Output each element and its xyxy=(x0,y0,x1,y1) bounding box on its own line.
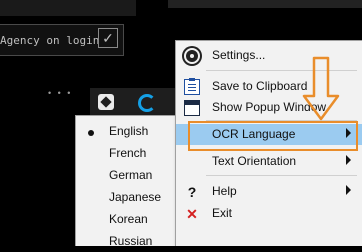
help-icon: ? xyxy=(187,184,197,200)
language-label: Russian xyxy=(109,234,153,248)
menu-item-text-orientation[interactable]: Text Orientation xyxy=(176,151,362,172)
language-label: French xyxy=(109,146,147,160)
language-item-russian[interactable]: Russian xyxy=(76,230,176,252)
language-label: English xyxy=(109,124,149,138)
language-item-german[interactable]: German xyxy=(76,164,176,186)
language-item-korean[interactable]: Korean xyxy=(76,208,176,230)
tray-app-icon[interactable] xyxy=(98,94,114,110)
language-item-french[interactable]: French xyxy=(76,142,176,164)
language-label: Japanese xyxy=(109,190,162,204)
language-item-japanese[interactable]: Japanese xyxy=(76,186,176,208)
agency-checkbox[interactable]: ✓ xyxy=(98,28,118,48)
background-panel xyxy=(0,0,136,16)
language-label: Korean xyxy=(109,212,148,226)
menu-item-label: Help xyxy=(212,184,237,198)
menu-item-exit[interactable]: ✕ Exit xyxy=(176,203,362,224)
annotation-arrow-icon xyxy=(302,56,340,121)
gear-icon xyxy=(186,50,198,62)
logitech-g-icon[interactable] xyxy=(138,94,156,112)
selected-bullet-icon xyxy=(88,130,94,136)
agency-on-login-label: Agency on login xyxy=(0,34,100,47)
background-panel xyxy=(168,0,362,8)
menu-item-label: Settings... xyxy=(212,48,266,62)
exit-icon: ✕ xyxy=(186,206,198,222)
language-item-english[interactable]: English xyxy=(76,120,176,142)
menu-item-label: Exit xyxy=(212,206,233,220)
menu-item-help[interactable]: ? Help xyxy=(176,181,362,202)
annotation-highlight-box xyxy=(188,121,358,151)
ocr-language-submenu: English French German Japanese Korean Ru… xyxy=(75,115,177,248)
menu-item-label: Save to Clipboard xyxy=(212,79,308,93)
menu-separator xyxy=(206,175,357,176)
submenu-arrow-icon xyxy=(346,155,351,165)
window-icon xyxy=(184,100,200,116)
menu-item-label: Text Orientation xyxy=(212,154,297,168)
background-dots: • • • xyxy=(48,88,73,98)
language-label: German xyxy=(109,168,153,182)
submenu-arrow-icon xyxy=(346,185,351,195)
clipboard-icon xyxy=(184,78,200,95)
